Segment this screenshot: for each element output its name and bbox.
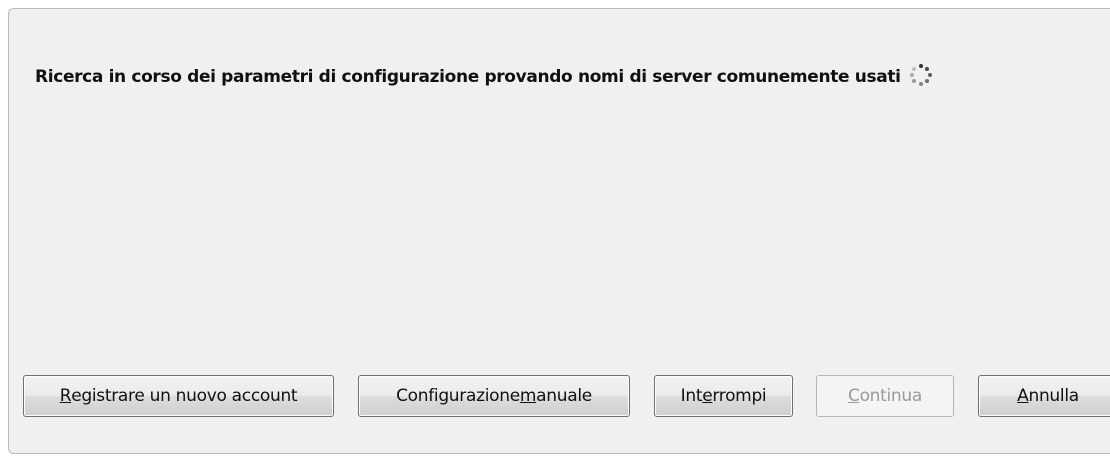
status-line: Ricerca in corso dei parametri di config… [35,63,933,87]
spinner-dot [927,73,932,77]
register-label-post: egistrare un nuovo account [71,386,298,406]
stop-label-pre: Int [680,386,703,406]
spinner-dot [918,64,923,68]
spinner-dot [924,79,929,84]
continue-accel-key: C [847,386,860,406]
spinner-dot [912,79,917,84]
manual-accel-key: m [519,386,537,406]
manual-label-post: anuale [536,386,592,406]
loading-spinner-icon [909,63,933,87]
cancel-label-post: nnulla [1028,386,1079,406]
register-new-account-button[interactable]: Registrare un nuovo account [23,375,334,417]
stop-label-post: rrompi [712,386,767,406]
manual-configuration-button[interactable]: Configurazione m anuale [358,375,630,417]
page: Ricerca in corso dei parametri di config… [0,0,1110,459]
account-setup-dialog: Ricerca in corso dei parametri di config… [8,8,1110,454]
stop-button[interactable]: Int e rrompi [654,375,793,417]
spinner-dot [909,73,914,77]
continue-label-post: ontinua [859,386,923,406]
cancel-accel-key: A [1017,386,1029,406]
spinner-dot [918,82,923,86]
status-message: Ricerca in corso dei parametri di config… [35,66,901,87]
manual-label-pre: Configurazione [396,386,520,406]
cancel-button[interactable]: Annulla [978,375,1110,417]
register-accel-key: R [59,386,72,406]
spinner-dot [912,66,917,71]
stop-accel-key: e [702,386,713,406]
continue-button[interactable]: Continua [816,375,954,417]
spinner-dot [924,66,929,71]
